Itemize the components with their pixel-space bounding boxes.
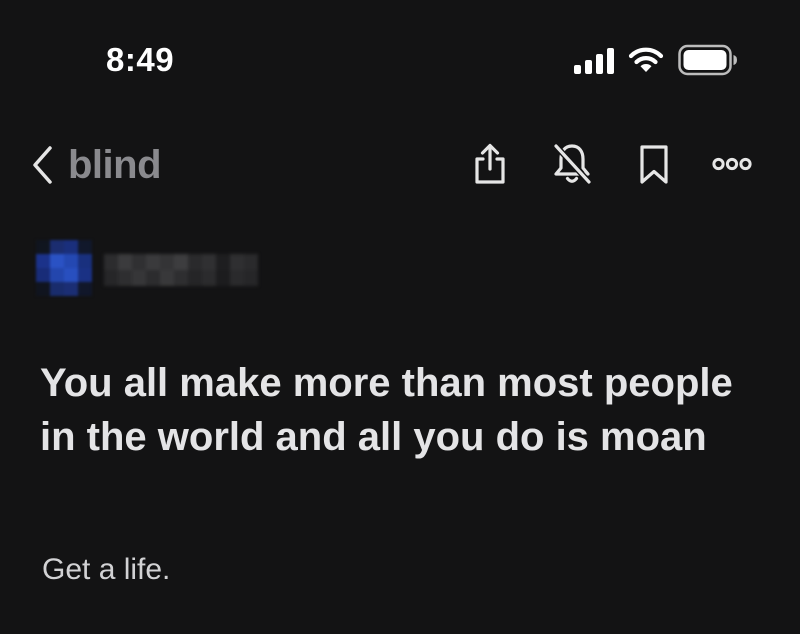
app-logo: blind [68,143,162,187]
chevron-left-icon[interactable] [28,144,58,186]
post-title: You all make more than most people in th… [40,361,733,459]
status-time: 8:49 [106,41,175,78]
post-body: Get a life. [42,553,171,586]
wifi-icon [628,47,664,72]
share-icon[interactable] [466,140,514,188]
author-avatar[interactable] [36,240,92,296]
bookmark-icon[interactable] [630,140,678,188]
post-screen: 8:49 blind You all make more than most p… [0,0,800,634]
more-icon[interactable] [708,140,756,188]
author-name-redacted [104,254,258,286]
battery-icon [678,44,737,76]
bell-off-icon[interactable] [548,140,596,188]
cellular-signal-icon [574,48,614,74]
